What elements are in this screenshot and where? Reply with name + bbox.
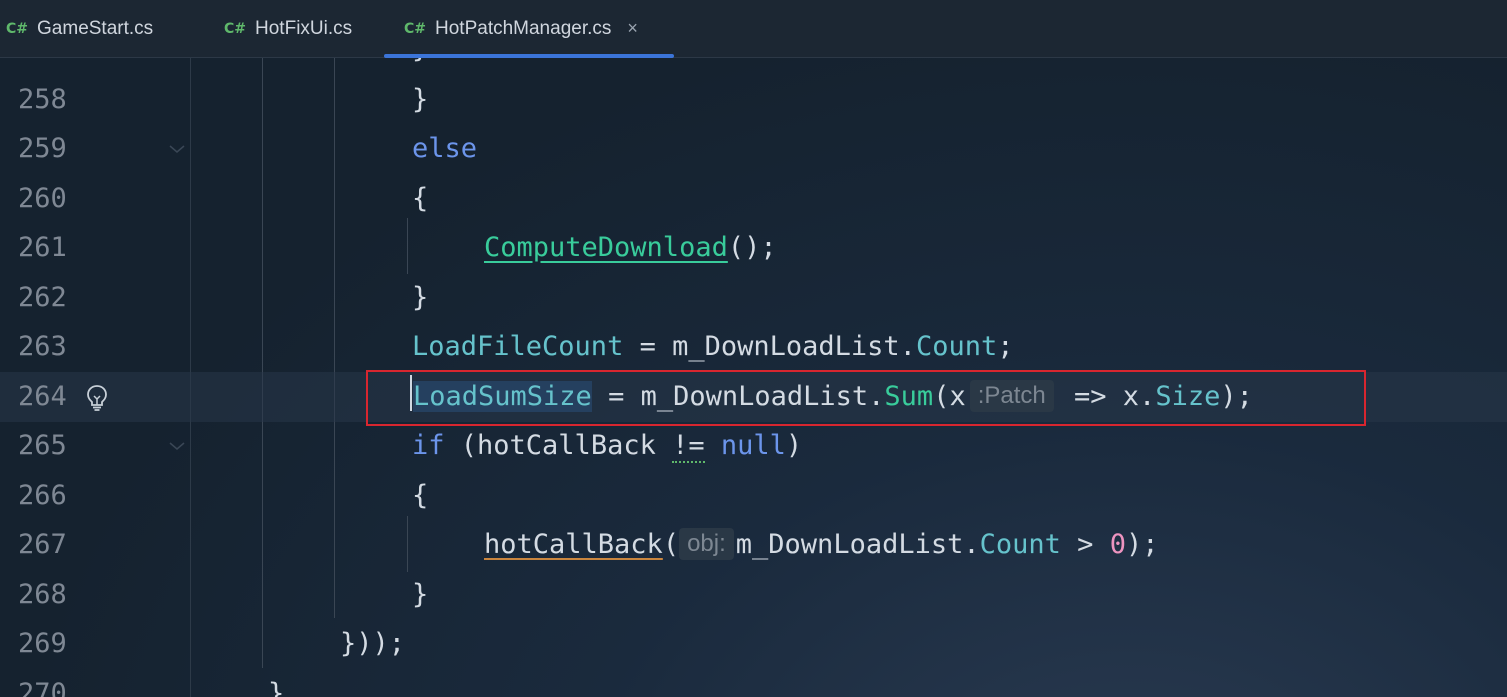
code-line: 257 } [0, 58, 1507, 74]
code-editor[interactable]: 257 } 258 } 259 else 260 { 261 ComputeDo… [0, 58, 1507, 697]
editor-tab-bar: C# GameStart.cs C# HotFixUi.cs C# HotPat… [0, 0, 1507, 58]
code-line: 262 } [0, 273, 1507, 323]
code-text: })); [340, 628, 406, 659]
code-text: { [412, 183, 429, 214]
highlight-annotation-box [366, 370, 1366, 426]
line-number: 262 [18, 282, 67, 313]
line-number: 261 [18, 232, 67, 263]
property-ref[interactable]: Count [916, 331, 997, 362]
line-number: 265 [18, 430, 67, 461]
line-number: 257 [18, 58, 78, 74]
property-ref[interactable]: Count [980, 529, 1061, 560]
tab-hotpatchmanager[interactable]: C# HotPatchManager.cs × [384, 0, 674, 58]
line-number: 269 [18, 628, 67, 659]
tab-label: GameStart.cs [37, 17, 154, 39]
tab-label: HotPatchManager.cs [435, 17, 612, 39]
fold-chevron-icon[interactable] [168, 441, 186, 451]
code-text: } [412, 84, 429, 115]
code-text: } [412, 579, 429, 610]
code-text: { [412, 480, 429, 511]
tab-label: HotFixUi.cs [255, 17, 353, 39]
csharp-file-icon: C# [404, 20, 427, 37]
fold-chevron-icon[interactable] [168, 144, 186, 154]
tab-hotfixui[interactable]: C# HotFixUi.cs [224, 0, 352, 57]
code-line: 270 } [0, 669, 1507, 697]
line-number: 266 [18, 480, 67, 511]
delegate-call[interactable]: hotCallBack [484, 529, 663, 560]
line-number: 259 [18, 133, 67, 164]
line-number: 258 [18, 84, 67, 115]
code-line: 261 ComputeDownload(); [0, 223, 1507, 273]
line-number: 267 [18, 529, 67, 560]
code-line: 268 } [0, 570, 1507, 620]
inspection-warning[interactable]: != [672, 430, 705, 463]
line-number: 263 [18, 331, 67, 362]
code-line: 269 })); [0, 619, 1507, 669]
tab-gamestart[interactable]: C# GameStart.cs [6, 0, 153, 57]
lightbulb-icon[interactable] [85, 384, 109, 412]
code-line: 260 { [0, 174, 1507, 224]
code-line: 267 hotCallBack(obj: m_DownLoadList.Count… [0, 520, 1507, 570]
parameter-hint: obj: [679, 528, 734, 560]
code-line: 265 if (hotCallBack != null) [0, 421, 1507, 471]
code-text: else [412, 133, 478, 164]
line-number: 268 [18, 579, 67, 610]
line-number: 260 [18, 183, 67, 214]
line-number: 270 [18, 678, 67, 697]
method-call[interactable]: ComputeDownload [484, 232, 728, 263]
code-line: 266 { [0, 471, 1507, 521]
code-text: } [268, 678, 285, 697]
code-line: 258 } [0, 75, 1507, 125]
property-ref[interactable]: LoadFileCount [412, 331, 623, 362]
line-number: 264 [18, 381, 67, 412]
csharp-file-icon: C# [224, 20, 247, 37]
code-line: 259 else [0, 124, 1507, 174]
csharp-file-icon: C# [6, 20, 29, 37]
close-tab-icon[interactable]: × [627, 18, 638, 39]
code-line: 263 LoadFileCount = m_DownLoadList.Count… [0, 322, 1507, 372]
code-text: } [412, 282, 429, 313]
